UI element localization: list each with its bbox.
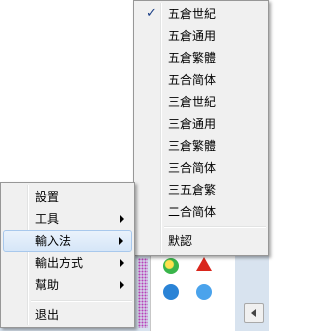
submenu-arrow-icon xyxy=(120,281,124,289)
submenu-item-label: 三倉世紀 xyxy=(168,95,217,109)
submenu-item-label: 三合简体 xyxy=(168,161,217,175)
submenu-item-default[interactable]: 默認 xyxy=(136,230,266,252)
submenu-arrow-icon xyxy=(119,237,123,245)
submenu-item-label: 五倉世紀 xyxy=(168,7,217,21)
menu-item-tools[interactable]: 工具 xyxy=(3,208,132,230)
menu-separator xyxy=(31,300,132,302)
submenu-arrow-icon xyxy=(120,259,124,267)
submenu-item[interactable]: 三倉繁體 xyxy=(136,135,266,157)
menu-item-label: 退出 xyxy=(35,308,60,322)
submenu-item-label: 三倉繁體 xyxy=(168,139,217,153)
menu-item-output-mode[interactable]: 輸出方式 xyxy=(3,252,132,274)
menu-item-help[interactable]: 幫助 xyxy=(3,274,132,296)
checkmark-icon: ✓ xyxy=(146,6,157,21)
submenu-arrow-icon xyxy=(120,215,124,223)
submenu-item-label: 二合简体 xyxy=(168,205,217,219)
submenu-item[interactable]: 五合简体 xyxy=(136,69,266,91)
submenu-item-label: 三五倉繁 xyxy=(168,183,217,197)
submenu-item[interactable]: 三倉世紀 xyxy=(136,91,266,113)
submenu-item-label: 五倉通用 xyxy=(168,29,217,43)
menu-item-label: 輸出方式 xyxy=(35,256,84,270)
submenu-item[interactable]: 三五倉繁 xyxy=(136,179,266,201)
submenu-item[interactable]: ✓ 五倉世紀 xyxy=(136,3,266,25)
green-yellow-app-icon[interactable] xyxy=(163,258,179,274)
submenu-item[interactable]: 五倉通用 xyxy=(136,25,266,47)
blue-star-icon[interactable] xyxy=(196,284,212,300)
submenu-item-label: 五合简体 xyxy=(168,73,217,87)
red-arrow-icon[interactable] xyxy=(196,257,212,271)
submenu-item[interactable]: 五倉繁體 xyxy=(136,47,266,69)
dotted-pattern xyxy=(138,258,148,328)
submenu-item[interactable]: 三倉通用 xyxy=(136,113,266,135)
blue-app-icon[interactable] xyxy=(163,284,179,300)
submenu-item-label: 三倉通用 xyxy=(168,117,217,131)
main-context-menu: 設置 工具 輸入法 輸出方式 幫助 退出 xyxy=(0,182,135,328)
submenu-item[interactable]: 三合简体 xyxy=(136,157,266,179)
menu-separator xyxy=(164,226,266,228)
menu-item-settings[interactable]: 設置 xyxy=(3,186,132,208)
menu-item-exit[interactable]: 退出 xyxy=(3,304,132,326)
submenu-item-label: 五倉繁體 xyxy=(168,51,217,65)
menu-item-label: 輸入法 xyxy=(35,234,72,248)
scroll-left-icon[interactable] xyxy=(244,303,264,323)
input-method-submenu: ✓ 五倉世紀 五倉通用 五倉繁體 五合简体 三倉世紀 三倉通用 三倉繁體 三合简… xyxy=(133,0,269,256)
menu-item-label: 幫助 xyxy=(35,278,60,292)
submenu-item[interactable]: 二合简体 xyxy=(136,201,266,223)
submenu-item-label: 默認 xyxy=(168,234,193,248)
menu-item-label: 工具 xyxy=(35,212,60,226)
menu-item-input-method[interactable]: 輸入法 xyxy=(3,230,132,252)
menu-item-label: 設置 xyxy=(35,190,60,204)
